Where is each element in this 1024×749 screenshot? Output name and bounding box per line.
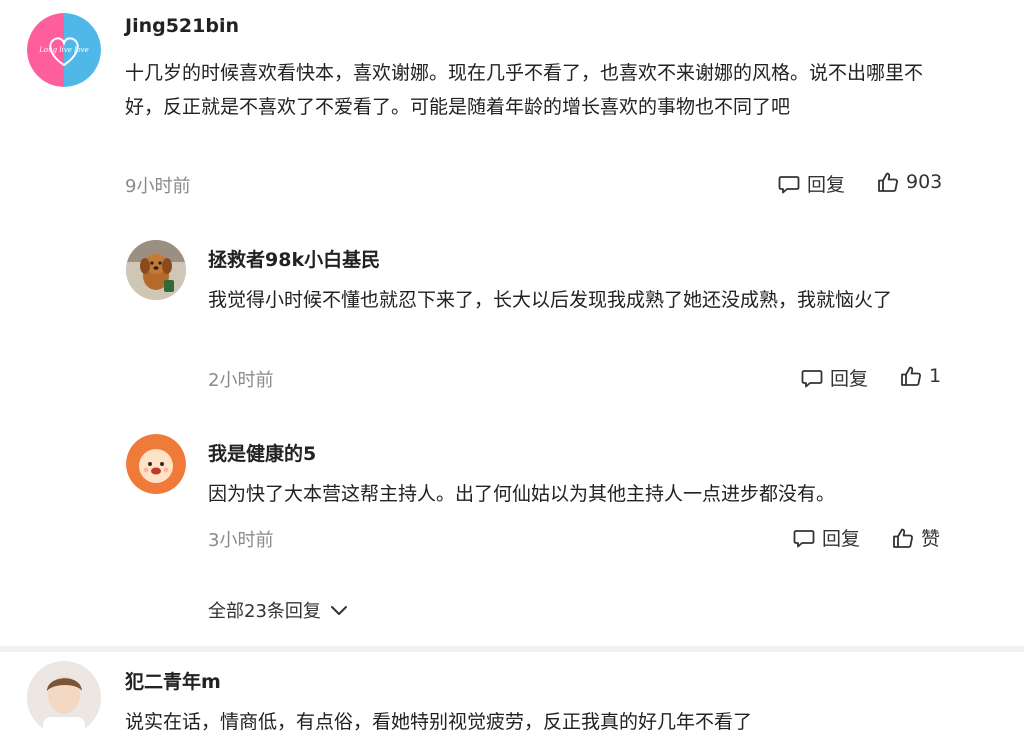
dog-avatar-image — [126, 240, 186, 300]
comment-username[interactable]: 犯二青年m — [125, 667, 221, 694]
person-avatar-image — [27, 661, 101, 735]
like-button[interactable]: 903 — [876, 170, 942, 194]
avatar[interactable] — [27, 661, 101, 735]
chevron-down-icon — [330, 606, 347, 615]
reply-button[interactable]: 回复 — [777, 170, 845, 197]
like-count: 903 — [906, 171, 943, 193]
reply-text: 因为快了大本营这帮主持人。出了何仙姑以为其他主持人一点进步都没有。 — [208, 483, 836, 505]
like-label: 赞 — [921, 528, 941, 550]
reply-button[interactable]: 回复 — [800, 364, 868, 391]
reply-label: 回复 — [807, 174, 846, 196]
thumbs-up-icon — [878, 172, 898, 192]
thumbs-up-icon — [901, 366, 921, 386]
comment-text: 十几岁的时候喜欢看快本，喜欢谢娜。现在几乎不看了，也喜欢不来谢娜的风格。说不出哪… — [125, 62, 924, 118]
comment-bubble-icon — [793, 529, 815, 547]
comment-bubble-icon — [801, 369, 823, 387]
lion-avatar-image — [126, 434, 186, 494]
reply-label: 回复 — [822, 528, 861, 550]
like-button[interactable]: 1 — [899, 364, 941, 388]
avatar-caption: Long live love — [39, 46, 89, 54]
comment-bubble-icon — [778, 175, 800, 193]
reply-button[interactable]: 回复 — [792, 524, 860, 551]
reply-time: 3小时前 — [208, 530, 274, 551]
like-button[interactable]: 赞 — [891, 524, 940, 551]
comment-time: 9小时前 — [125, 176, 191, 197]
thumbs-up-icon — [893, 528, 913, 548]
reply-label: 回复 — [830, 368, 869, 390]
like-count: 1 — [929, 365, 942, 387]
avatar[interactable] — [126, 240, 186, 300]
view-all-replies-label: 全部23条回复 — [208, 601, 321, 622]
reply-time: 2小时前 — [208, 370, 274, 391]
avatar[interactable] — [126, 434, 186, 494]
section-divider — [0, 646, 1024, 652]
reply-username[interactable]: 我是健康的5 — [208, 439, 316, 466]
view-all-replies-button[interactable]: 全部23条回复 — [208, 597, 349, 623]
avatar[interactable]: Long live love — [27, 13, 101, 87]
reply-username[interactable]: 拯救者98k小白基民 — [208, 245, 380, 272]
reply-text: 我觉得小时候不懂也就忍下来了，长大以后发现我成熟了她还没成熟，我就恼火了 — [208, 289, 893, 311]
comment-username[interactable]: Jing521bin — [125, 15, 239, 37]
comment-text: 说实在话，情商低，有点俗，看她特别视觉疲劳，反正我真的好几年不看了 — [125, 711, 753, 733]
